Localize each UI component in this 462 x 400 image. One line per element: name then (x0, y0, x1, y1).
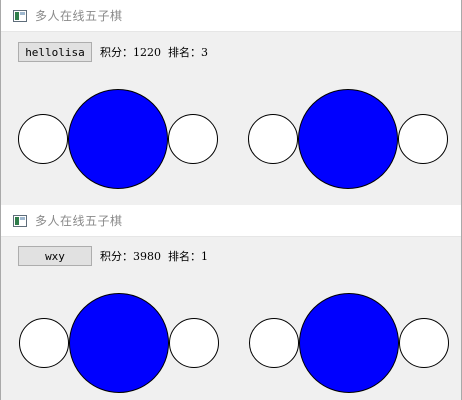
blue-piece[interactable] (299, 293, 399, 393)
blue-piece[interactable] (68, 89, 168, 189)
white-piece[interactable] (249, 318, 299, 368)
white-piece[interactable] (398, 114, 448, 164)
white-piece[interactable] (168, 114, 218, 164)
game-window-2: 多人在线五子棋 wxy 积分：3980 排名：1 (0, 205, 462, 400)
white-piece[interactable] (248, 114, 298, 164)
board-area (1, 0, 461, 205)
board-area (1, 205, 461, 400)
white-piece[interactable] (169, 318, 219, 368)
white-piece[interactable] (18, 114, 68, 164)
blue-piece[interactable] (298, 89, 398, 189)
white-piece[interactable] (19, 318, 69, 368)
game-window-1: 多人在线五子棋 hellolisa 积分：1220 排名：3 (0, 0, 462, 205)
blue-piece[interactable] (69, 293, 169, 393)
white-piece[interactable] (399, 318, 449, 368)
